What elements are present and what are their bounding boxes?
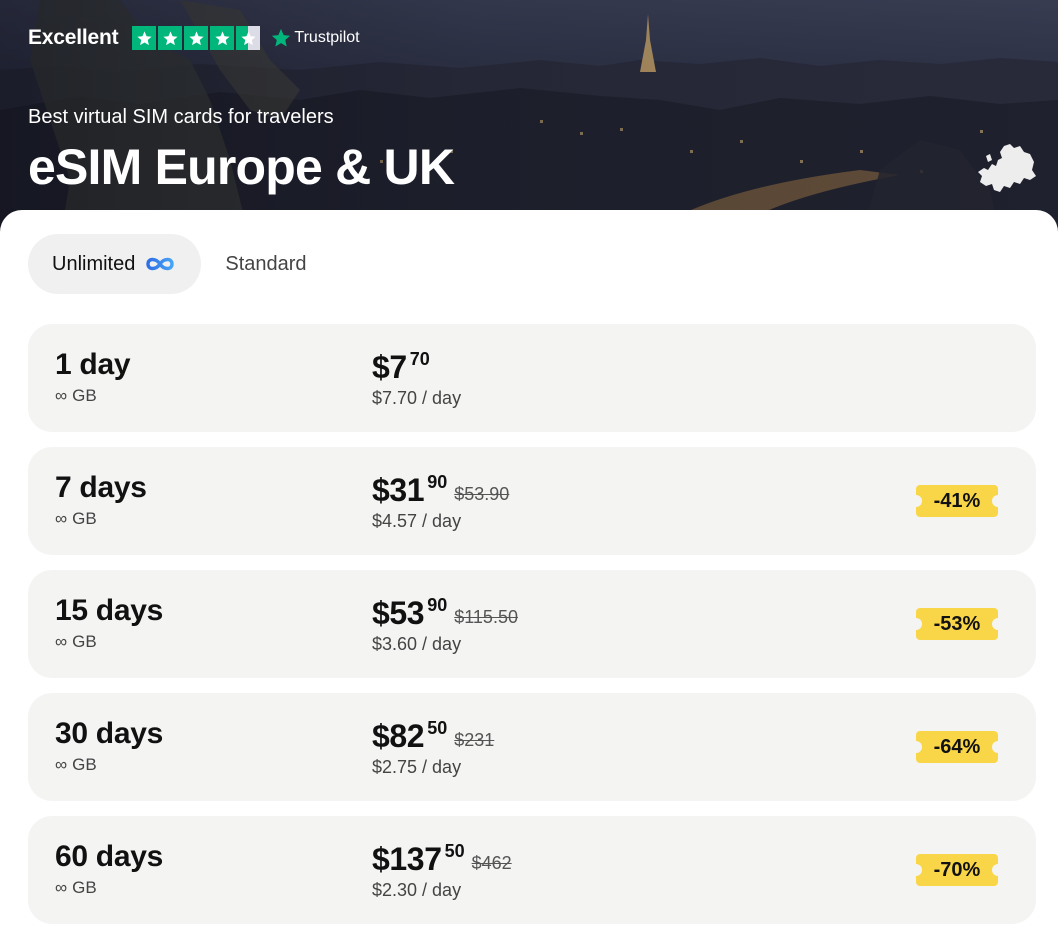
- europe-map-icon: [978, 144, 1036, 192]
- original-price: $115.50: [454, 607, 518, 627]
- discount-badge: -53%: [910, 608, 1004, 640]
- plan-duration: 15 days: [55, 594, 163, 627]
- plan-data-amount: ∞ GB: [55, 878, 97, 898]
- price-per-day: $7.70 / day: [372, 388, 462, 408]
- trustpilot-star-icon: [272, 28, 291, 47]
- infinity-icon: ∞: [55, 509, 68, 528]
- price-whole: $137: [372, 841, 442, 877]
- price-whole: $7: [372, 349, 407, 385]
- plan-duration: 1 day: [55, 348, 131, 381]
- plan-price: $7 70: [372, 346, 430, 388]
- plan-data-unit: GB: [72, 509, 97, 528]
- plan-data-amount: ∞ GB: [55, 509, 97, 529]
- original-price: $53.90: [454, 484, 510, 504]
- plan-card-15-days[interactable]: 15 days ∞ GB $53 90 $115.50 $3.60 / day …: [28, 570, 1036, 678]
- infinity-icon: [146, 257, 175, 271]
- price-per-day: $4.57 / day: [372, 511, 462, 531]
- plans-panel: Unlimited Standard 1 day ∞ GB $7 70 $7.7…: [0, 210, 1058, 932]
- plan-card-7-days[interactable]: 7 days ∞ GB $31 90 $53.90 $4.57 / day -4…: [28, 447, 1036, 555]
- plan-price: $53 90 $115.50: [372, 592, 518, 634]
- price-cents: 90: [427, 472, 448, 492]
- star-icon: [184, 26, 209, 50]
- tab-unlimited-label: Unlimited: [52, 252, 136, 275]
- price-cents: 50: [427, 718, 448, 738]
- plan-card-30-days[interactable]: 30 days ∞ GB $82 50 $231 $2.75 / day -64…: [28, 693, 1036, 801]
- price-per-day: $2.30 / day: [372, 880, 462, 900]
- price-cents: 50: [444, 841, 465, 861]
- plan-type-tabs: Unlimited Standard: [28, 234, 331, 294]
- price-per-day: $3.60 / day: [372, 634, 462, 654]
- plan-duration: 60 days: [55, 840, 163, 873]
- plan-data-unit: GB: [72, 755, 97, 774]
- price-whole: $31: [372, 472, 425, 508]
- infinity-icon: ∞: [55, 386, 68, 405]
- price-cents: 90: [427, 595, 448, 615]
- tab-standard-label: Standard: [225, 252, 307, 275]
- star-icon: [158, 26, 183, 50]
- infinity-icon: ∞: [55, 755, 68, 774]
- price-whole: $53: [372, 595, 425, 631]
- trustpilot-logo: Trustpilot: [270, 27, 360, 49]
- trustpilot-rating-label: Excellent: [28, 26, 119, 49]
- plan-list: 1 day ∞ GB $7 70 $7.70 / day 7 days ∞ GB…: [28, 324, 1036, 932]
- discount-badge: -70%: [910, 854, 1004, 886]
- star-icon: [132, 26, 157, 50]
- plan-card-1-day[interactable]: 1 day ∞ GB $7 70 $7.70 / day: [28, 324, 1036, 432]
- page-title: eSIM Europe & UK: [28, 139, 455, 195]
- plan-duration: 30 days: [55, 717, 163, 750]
- hero-subtitle: Best virtual SIM cards for travelers: [28, 106, 334, 128]
- half-star-icon: [236, 26, 261, 50]
- discount-badge: -64%: [910, 731, 1004, 763]
- plan-data-amount: ∞ GB: [55, 755, 97, 775]
- plan-data-unit: GB: [72, 878, 97, 897]
- trustpilot-rating[interactable]: Excellent Trustpilot: [28, 24, 360, 52]
- plan-data-unit: GB: [72, 386, 97, 405]
- plan-data-amount: ∞ GB: [55, 632, 97, 652]
- tab-standard[interactable]: Standard: [201, 234, 330, 294]
- infinity-icon: ∞: [55, 878, 68, 897]
- original-price: $462: [471, 853, 512, 873]
- hero-banner: Excellent Trustpilot Best virtual SIM ca…: [0, 0, 1058, 240]
- plan-data-amount: ∞ GB: [55, 386, 97, 406]
- plan-card-60-days[interactable]: 60 days ∞ GB $137 50 $462 $2.30 / day -7…: [28, 816, 1036, 924]
- infinity-icon: ∞: [55, 632, 68, 651]
- plan-duration: 7 days: [55, 471, 147, 504]
- plan-price: $82 50 $231: [372, 715, 494, 757]
- star-icon: [210, 26, 235, 50]
- original-price: $231: [454, 730, 495, 750]
- price-cents: 70: [409, 349, 430, 369]
- price-whole: $82: [372, 718, 425, 754]
- discount-badge: -41%: [910, 485, 1004, 517]
- trustpilot-brand: Trustpilot: [294, 29, 360, 46]
- tab-unlimited[interactable]: Unlimited: [28, 234, 202, 294]
- plan-price: $137 50 $462: [372, 838, 512, 880]
- plan-data-unit: GB: [72, 632, 97, 651]
- trustpilot-stars: [132, 26, 261, 50]
- price-per-day: $2.75 / day: [372, 757, 462, 777]
- plan-price: $31 90 $53.90: [372, 469, 509, 511]
